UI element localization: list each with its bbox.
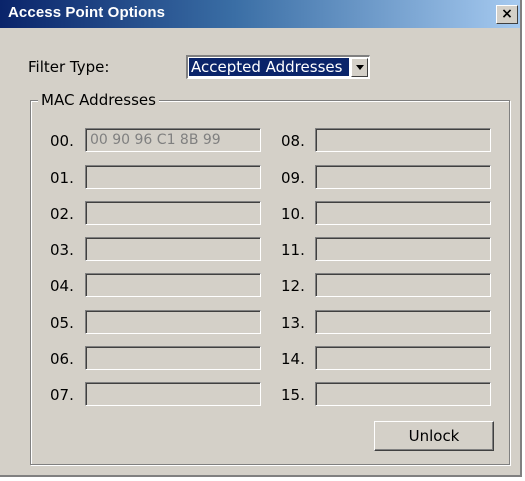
mac-field-09[interactable] — [315, 165, 491, 189]
mac-label-06: 06. — [50, 350, 74, 368]
mac-label-00: 00. — [50, 132, 74, 150]
mac-field-08[interactable] — [315, 128, 491, 152]
mac-label-03: 03. — [50, 241, 74, 259]
mac-field-12[interactable] — [315, 273, 491, 297]
close-button[interactable]: × — [496, 5, 518, 24]
filter-type-select[interactable]: Accepted Addresses — [186, 55, 370, 79]
mac-label-01: 01. — [50, 169, 74, 187]
filter-type-label: Filter Type: — [28, 58, 110, 76]
title-bar[interactable]: Access Point Options × — [0, 0, 520, 28]
filter-type-selected-value: Accepted Addresses — [189, 58, 349, 76]
mac-field-07[interactable] — [85, 382, 261, 406]
mac-label-10: 10. — [281, 205, 305, 223]
mac-field-05[interactable] — [85, 310, 261, 334]
mac-field-15[interactable] — [315, 382, 491, 406]
mac-label-15: 15. — [281, 386, 305, 404]
mac-field-14[interactable] — [315, 346, 491, 370]
mac-label-07: 07. — [50, 386, 74, 404]
mac-addresses-legend: MAC Addresses — [38, 91, 159, 109]
mac-label-08: 08. — [281, 132, 305, 150]
mac-label-04: 04. — [50, 277, 74, 295]
chevron-down-icon[interactable] — [351, 58, 368, 77]
mac-label-09: 09. — [281, 169, 305, 187]
mac-label-05: 05. — [50, 314, 74, 332]
window-title: Access Point Options — [8, 4, 166, 21]
mac-field-03[interactable] — [85, 237, 261, 261]
mac-field-02[interactable] — [85, 201, 261, 225]
mac-field-10[interactable] — [315, 201, 491, 225]
mac-label-02: 02. — [50, 205, 74, 223]
mac-field-13[interactable] — [315, 310, 491, 334]
mac-label-12: 12. — [281, 277, 305, 295]
mac-field-11[interactable] — [315, 237, 491, 261]
unlock-button[interactable]: Unlock — [374, 421, 494, 451]
mac-field-01[interactable] — [85, 165, 261, 189]
mac-field-06[interactable] — [85, 346, 261, 370]
mac-label-13: 13. — [281, 314, 305, 332]
mac-label-11: 11. — [281, 241, 305, 259]
mac-field-04[interactable] — [85, 273, 261, 297]
access-point-options-dialog: Access Point Options × Filter Type: Acce… — [0, 0, 522, 477]
mac-label-14: 14. — [281, 350, 305, 368]
mac-field-00[interactable]: 00 90 96 C1 8B 99 — [85, 128, 261, 152]
